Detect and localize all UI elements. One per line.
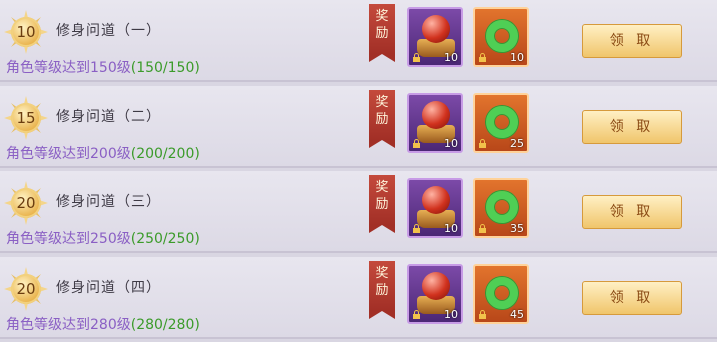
reward-item-jade-ring[interactable]: 10 <box>473 7 529 67</box>
lock-icon <box>413 139 420 148</box>
reward-item-red-orb[interactable]: 10 <box>407 93 463 153</box>
condition-progress: (250/250) <box>130 231 200 247</box>
reward-item-red-orb[interactable]: 10 <box>407 264 463 324</box>
reward-ribbon: 奖励 <box>369 175 395 233</box>
item-quantity: 10 <box>444 51 458 64</box>
ribbon-char: 奖 <box>375 95 389 110</box>
item-quantity: 10 <box>444 308 458 321</box>
reward-item-jade-ring[interactable]: 45 <box>473 264 529 324</box>
item-quantity: 25 <box>510 137 524 150</box>
level-number: 10 <box>16 23 36 41</box>
ribbon-char: 励 <box>375 283 389 298</box>
reward-item-jade-ring[interactable]: 35 <box>473 178 529 238</box>
condition-progress: (200/200) <box>130 146 200 162</box>
lock-icon <box>413 53 420 62</box>
ribbon-char: 励 <box>375 197 389 212</box>
condition-text: 角色等级达到200级 <box>6 146 131 162</box>
lock-icon <box>479 310 486 319</box>
quest-row: 10 修身问道（一） 角色等级达到150级(150/150) 奖励 10 10 … <box>0 0 717 82</box>
jade-ring-icon <box>486 106 518 138</box>
red-orb-icon <box>422 186 450 214</box>
level-number: 20 <box>16 280 36 298</box>
ribbon-char: 励 <box>375 112 389 127</box>
quest-reward-list: 10 修身问道（一） 角色等级达到150级(150/150) 奖励 10 10 … <box>0 0 717 342</box>
quest-title: 修身问道（二） <box>56 109 161 125</box>
quest-condition: 角色等级达到280级(280/280) <box>6 314 200 334</box>
ribbon-char: 奖 <box>375 180 389 195</box>
quest-condition: 角色等级达到150级(150/150) <box>6 57 200 77</box>
condition-progress: (150/150) <box>130 60 200 76</box>
item-quantity: 10 <box>510 51 524 64</box>
quest-title: 修身问道（四） <box>56 280 161 296</box>
claim-button[interactable]: 领 取 <box>582 281 682 315</box>
quest-row: 20 修身问道（三） 角色等级达到250级(250/250) 奖励 10 35 … <box>0 171 717 253</box>
level-medal: 10 <box>4 10 48 54</box>
reward-item-red-orb[interactable]: 10 <box>407 178 463 238</box>
claim-button[interactable]: 领 取 <box>582 24 682 58</box>
quest-title: 修身问道（三） <box>56 194 161 210</box>
red-orb-icon <box>422 101 450 129</box>
item-quantity: 45 <box>510 308 524 321</box>
claim-button[interactable]: 领 取 <box>582 195 682 229</box>
item-quantity: 10 <box>444 222 458 235</box>
reward-item-red-orb[interactable]: 10 <box>407 7 463 67</box>
reward-item-jade-ring[interactable]: 25 <box>473 93 529 153</box>
item-quantity: 10 <box>444 137 458 150</box>
condition-text: 角色等级达到250级 <box>6 231 131 247</box>
red-orb-icon <box>422 272 450 300</box>
claim-button[interactable]: 领 取 <box>582 110 682 144</box>
condition-progress: (280/280) <box>130 317 200 333</box>
jade-ring-icon <box>486 277 518 309</box>
condition-text: 角色等级达到150级 <box>6 60 131 76</box>
ribbon-char: 励 <box>375 26 389 41</box>
level-medal: 20 <box>4 181 48 225</box>
lock-icon <box>479 139 486 148</box>
quest-condition: 角色等级达到200级(200/200) <box>6 143 200 163</box>
quest-title: 修身问道（一） <box>56 23 161 39</box>
reward-ribbon: 奖励 <box>369 261 395 319</box>
level-number: 15 <box>16 109 36 127</box>
quest-condition: 角色等级达到250级(250/250) <box>6 228 200 248</box>
level-medal: 20 <box>4 267 48 311</box>
level-medal: 15 <box>4 96 48 140</box>
ribbon-char: 奖 <box>375 9 389 24</box>
level-number: 20 <box>16 194 36 212</box>
lock-icon <box>479 53 486 62</box>
quest-row: 15 修身问道（二） 角色等级达到200级(200/200) 奖励 10 25 … <box>0 86 717 168</box>
condition-text: 角色等级达到280级 <box>6 317 131 333</box>
lock-icon <box>413 224 420 233</box>
item-quantity: 35 <box>510 222 524 235</box>
reward-ribbon: 奖励 <box>369 90 395 148</box>
lock-icon <box>479 224 486 233</box>
reward-ribbon: 奖励 <box>369 4 395 62</box>
quest-row: 20 修身问道（四） 角色等级达到280级(280/280) 奖励 10 45 … <box>0 257 717 339</box>
jade-ring-icon <box>486 20 518 52</box>
ribbon-char: 奖 <box>375 266 389 281</box>
jade-ring-icon <box>486 191 518 223</box>
lock-icon <box>413 310 420 319</box>
red-orb-icon <box>422 15 450 43</box>
